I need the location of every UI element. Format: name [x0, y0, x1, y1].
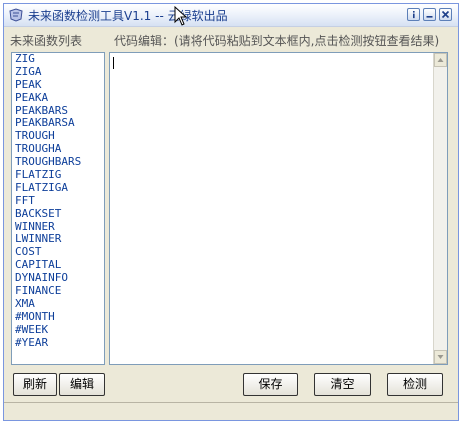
list-item[interactable]: FFT [12, 194, 104, 208]
info-button[interactable] [407, 8, 420, 21]
main-window: 未来函数检测工具V1.1 -- 云绿软出品 未来函数列表 代码编辑：(请将代码粘… [3, 3, 459, 421]
save-button[interactable]: 保存 [243, 373, 298, 396]
list-item[interactable]: FLATZIGA [12, 181, 104, 195]
check-button[interactable]: 检测 [387, 373, 443, 396]
minimize-icon [426, 16, 433, 18]
status-bar [4, 402, 458, 420]
scroll-down-button[interactable] [434, 350, 447, 364]
cursor-icon [174, 6, 188, 26]
info-icon [413, 11, 415, 19]
close-button[interactable] [439, 8, 452, 21]
text-caret [113, 57, 114, 69]
close-icon [441, 10, 450, 19]
refresh-button[interactable]: 刷新 [13, 373, 57, 396]
list-item[interactable]: #MONTH [12, 310, 104, 324]
scroll-up-button[interactable] [434, 53, 447, 67]
minimize-button[interactable] [423, 8, 436, 21]
list-item[interactable]: FINANCE [12, 284, 104, 298]
window-title: 未来函数检测工具V1.1 -- 云绿软出品 [28, 9, 228, 23]
list-item[interactable]: #WEEK [12, 323, 104, 337]
app-icon [9, 8, 23, 22]
list-item[interactable]: BACKSET [12, 207, 104, 221]
list-item[interactable]: FLATZIG [12, 168, 104, 182]
vertical-scrollbar[interactable] [433, 53, 447, 364]
title-bar[interactable]: 未来函数检测工具V1.1 -- 云绿软出品 [4, 4, 458, 27]
list-item[interactable]: #YEAR [12, 336, 104, 350]
function-list[interactable]: ZIG ZIGA PEAK PEAKA PEAKBARS PEAKBARSA T… [11, 52, 105, 365]
arrow-up-icon [437, 58, 444, 62]
list-item[interactable]: PEAKA [12, 91, 104, 105]
list-item[interactable]: PEAK [12, 78, 104, 92]
list-item[interactable]: ZIG [12, 53, 104, 66]
function-list-label: 未来函数列表 [10, 34, 83, 48]
arrow-down-icon [437, 355, 444, 359]
list-item[interactable]: XMA [12, 297, 104, 311]
editor-label: 代码编辑：(请将代码粘贴到文本框内,点击检测按钮查看结果) [114, 34, 440, 48]
list-item[interactable]: ZIGA [12, 65, 104, 79]
edit-button[interactable]: 编辑 [59, 373, 105, 396]
code-editor[interactable] [109, 52, 448, 365]
clear-button[interactable]: 清空 [314, 373, 371, 396]
